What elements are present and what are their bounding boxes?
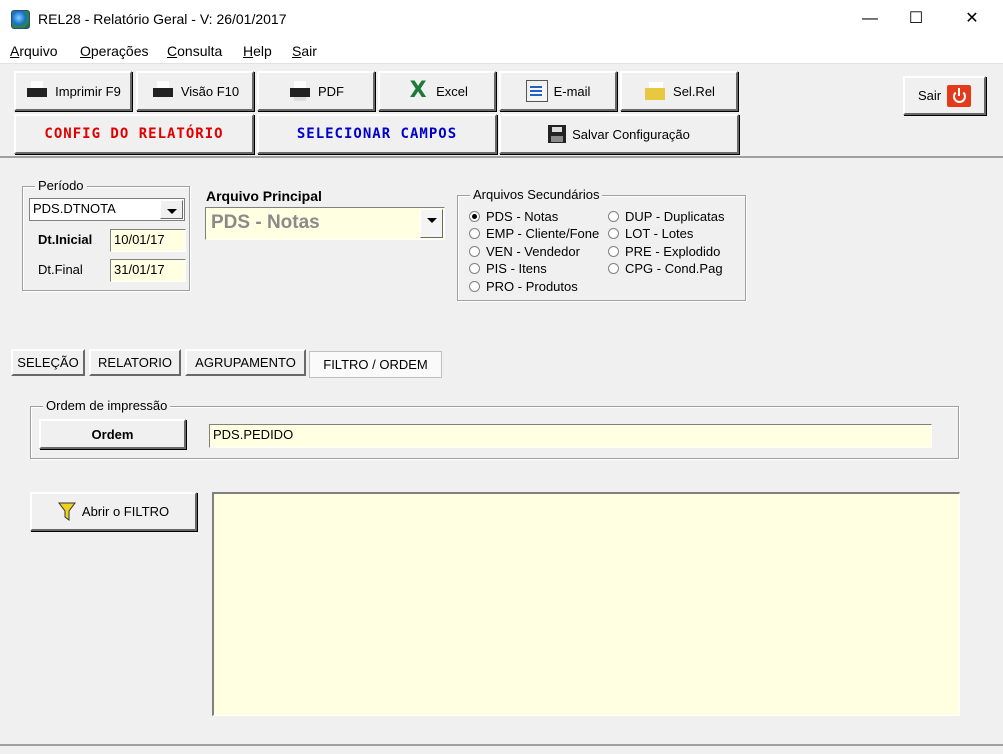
config-report-button[interactable]: CONFIG DO RELATÓRIO	[14, 114, 254, 154]
radio-ven-vendedor[interactable]: VEN - Vendedor	[469, 244, 580, 259]
app-icon[interactable]	[11, 10, 30, 29]
chevron-down-icon[interactable]	[420, 209, 443, 238]
radio-lot-lotes[interactable]: LOT - Lotes	[608, 226, 693, 241]
radio-label: PRO - Produtos	[486, 279, 578, 294]
minimize-button[interactable]: —	[859, 8, 881, 30]
dt-final-input[interactable]: 31/01/17	[110, 259, 186, 282]
radio-label: EMP - Cliente/Fone	[486, 226, 600, 241]
excel-label: Excel	[436, 83, 468, 99]
radio-pds-notas[interactable]: PDS - Notas	[469, 209, 558, 224]
radio-pis-itens[interactable]: PIS - Itens	[469, 261, 547, 276]
pdf-button[interactable]: PDF	[257, 71, 375, 111]
selrel-button[interactable]: Sel.Rel	[620, 71, 738, 111]
radio-icon	[469, 263, 480, 274]
abrir-filtro-button[interactable]: Abrir o FILTRO	[30, 492, 197, 531]
email-icon	[525, 80, 548, 102]
radio-label: PDS - Notas	[486, 209, 559, 224]
exit-label: Sair	[917, 88, 942, 103]
select-fields-button[interactable]: SELECIONAR CAMPOS	[257, 114, 497, 154]
menu-help[interactable]: Help	[243, 43, 272, 59]
radio-pro-produtos[interactable]: PRO - Produtos	[469, 279, 578, 294]
select-fields-label: SELECIONAR CAMPOS	[296, 126, 458, 142]
radio-icon	[608, 211, 619, 222]
chevron-down-icon[interactable]	[160, 200, 183, 219]
ordem-button[interactable]: Ordem	[39, 419, 186, 449]
radio-pre-explodido[interactable]: PRE - Explodido	[608, 244, 720, 259]
tab-filtro-ordem[interactable]: FILTRO / ORDEM	[309, 351, 442, 378]
dt-inicial-label: Dt.Inicial	[38, 232, 93, 247]
radio-icon	[469, 246, 480, 257]
radio-icon	[469, 228, 480, 239]
dt-inicial-input[interactable]: 10/01/17	[110, 229, 186, 252]
radio-selected-icon	[469, 211, 480, 222]
tab-selecao[interactable]: SELEÇÃO	[11, 349, 85, 376]
radio-label: PIS - Itens	[486, 261, 547, 276]
title-bar: REL28 - Relatório Geral - V: 26/01/2017 …	[0, 0, 1003, 38]
arquivos-secundarios-title: Arquivos Secundários	[470, 187, 603, 202]
radio-icon	[469, 281, 480, 292]
arquivo-principal-value: PDS - Notas	[211, 212, 320, 233]
radio-label: VEN - Vendedor	[486, 244, 580, 259]
radio-label: LOT - Lotes	[625, 226, 694, 241]
email-label: E-mail	[553, 83, 591, 99]
ordem-input[interactable]: PDS.PEDIDO	[209, 424, 932, 448]
save-config-button[interactable]: Salvar Configuração	[499, 114, 739, 154]
excel-icon: X	[409, 78, 427, 103]
save-disk-icon	[548, 125, 567, 143]
menu-bar: Arquivo Operações Consulta Help Sair	[0, 38, 1003, 64]
status-divider	[0, 744, 1003, 746]
radio-label: DUP - Duplicatas	[625, 209, 725, 224]
ordem-label: Ordem	[91, 426, 134, 442]
pdf-printer-icon	[288, 80, 312, 102]
print-label: Imprimir F9	[55, 83, 121, 99]
menu-consulta[interactable]: Consulta	[167, 43, 222, 59]
radio-emp-cliente[interactable]: EMP - Cliente/Fone	[469, 226, 599, 241]
periodo-field-select[interactable]: PDS.DTNOTA	[29, 198, 185, 221]
menu-sair[interactable]: Sair	[292, 43, 317, 59]
exit-button[interactable]: Sair	[903, 76, 986, 115]
printer-icon	[150, 80, 175, 102]
radio-dup-duplicatas[interactable]: DUP - Duplicatas	[608, 209, 724, 224]
periodo-title: Período	[35, 178, 87, 193]
print-button[interactable]: Imprimir F9	[14, 71, 132, 111]
power-icon	[947, 84, 972, 107]
close-button[interactable]: ✕	[961, 8, 983, 30]
radio-icon	[608, 228, 619, 239]
window-title: REL28 - Relatório Geral - V: 26/01/2017	[38, 11, 287, 27]
preview-label: Visão F10	[180, 83, 240, 99]
save-config-label: Salvar Configuração	[572, 126, 690, 142]
selrel-icon	[643, 80, 668, 102]
menu-operacoes[interactable]: Operações	[80, 43, 148, 59]
radio-icon	[608, 263, 619, 274]
radio-label: PRE - Explodido	[625, 244, 721, 259]
tab-agrupamento[interactable]: AGRUPAMENTO	[185, 349, 306, 376]
selrel-label: Sel.Rel	[673, 83, 715, 99]
menu-arquivo[interactable]: Arquivo	[10, 43, 57, 59]
printer-icon	[25, 80, 50, 102]
abrir-filtro-label: Abrir o FILTRO	[81, 504, 170, 519]
radio-cpg-condpag[interactable]: CPG - Cond.Pag	[608, 261, 723, 276]
excel-button[interactable]: X Excel	[378, 71, 496, 111]
tab-relatorio[interactable]: RELATORIO	[89, 349, 181, 376]
arquivo-principal-label: Arquivo Principal	[206, 188, 322, 204]
periodo-field-value: PDS.DTNOTA	[33, 201, 116, 216]
pdf-label: PDF	[318, 83, 344, 99]
dt-final-label: Dt.Final	[38, 262, 83, 277]
funnel-icon	[57, 502, 76, 521]
radio-label: CPG - Cond.Pag	[625, 261, 723, 276]
filtro-textarea[interactable]	[212, 492, 960, 716]
ordem-title: Ordem de impressão	[43, 398, 171, 413]
email-button[interactable]: E-mail	[499, 71, 617, 111]
config-report-label: CONFIG DO RELATÓRIO	[44, 126, 224, 142]
arquivo-principal-select[interactable]: PDS - Notas	[205, 207, 445, 240]
radio-icon	[608, 246, 619, 257]
maximize-button[interactable]: ☐	[905, 8, 927, 30]
preview-button[interactable]: Visão F10	[136, 71, 254, 111]
